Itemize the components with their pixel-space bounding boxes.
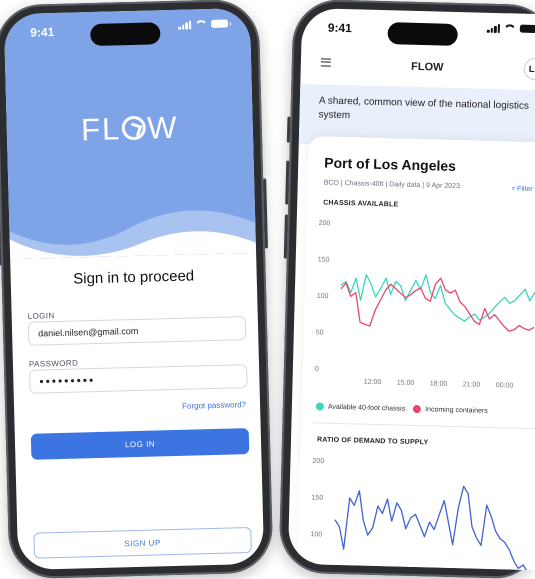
status-time: 9:41 bbox=[30, 25, 55, 40]
filter-icon: ▿ bbox=[511, 185, 516, 193]
mute-switch bbox=[286, 116, 291, 143]
dynamic-island bbox=[387, 22, 458, 46]
signup-button[interactable]: SIGN UP bbox=[33, 527, 252, 559]
logo-ring-icon bbox=[121, 115, 147, 141]
y-tick-label: 150 bbox=[318, 256, 330, 263]
x-tick-label: 15:00 bbox=[397, 380, 415, 387]
login-button[interactable]: LOG IN bbox=[30, 428, 250, 460]
app-title: FLOW bbox=[410, 60, 444, 74]
app-top-bar: FLOW LA bbox=[300, 44, 535, 87]
phone-login: FL W 9:41 Sign in to proceed LOGIN daniel… bbox=[0, 0, 274, 579]
y-tick-label: 200 bbox=[319, 220, 331, 227]
series-line-0 bbox=[334, 485, 529, 571]
login-email-input[interactable]: daniel.nilsen@gmail.com bbox=[27, 316, 247, 346]
flow-logo: FL W bbox=[80, 109, 179, 148]
power-button bbox=[263, 178, 268, 249]
y-tick-label: 150 bbox=[311, 494, 323, 501]
legend-swatch-chassis bbox=[315, 402, 324, 411]
series-line-1 bbox=[340, 277, 535, 332]
y-tick-label: 100 bbox=[317, 293, 329, 300]
status-time: 9:41 bbox=[327, 20, 353, 36]
x-tick-label: 12:00 bbox=[364, 379, 382, 386]
forgot-password-link[interactable]: Forgot password? bbox=[182, 400, 246, 411]
volume-up-button bbox=[285, 160, 290, 205]
volume-down-button bbox=[0, 221, 2, 266]
password-label: PASSWORD bbox=[28, 358, 79, 369]
series-line-0 bbox=[340, 274, 535, 322]
user-avatar[interactable]: LA bbox=[523, 57, 535, 81]
login-label: LOGIN bbox=[27, 311, 55, 321]
signin-title: Sign in to proceed bbox=[73, 267, 195, 288]
y-tick-label: 50 bbox=[316, 329, 324, 336]
y-tick-label: 200 bbox=[312, 458, 324, 465]
x-tick-label: 18:00 bbox=[430, 380, 448, 387]
port-title: Port of Los Angeles bbox=[324, 154, 457, 174]
legend-label-chassis: Available 40-foot chassis bbox=[327, 403, 406, 413]
filter-button[interactable]: ▿ Filter bbox=[512, 184, 533, 193]
password-input[interactable]: ••••••••• bbox=[29, 364, 248, 394]
dashboard-screen: 9:41 FLOW LA A shared, common view of th… bbox=[287, 7, 535, 571]
phone-dashboard: 9:41 FLOW LA A shared, common view of th… bbox=[278, 0, 535, 579]
dynamic-island bbox=[90, 22, 161, 47]
login-screen: FL W 9:41 Sign in to proceed LOGIN daniel… bbox=[3, 7, 265, 571]
cellular-signal-icon bbox=[486, 23, 500, 34]
legend-swatch-containers bbox=[413, 404, 422, 414]
battery-icon bbox=[519, 24, 535, 34]
wifi-icon bbox=[195, 19, 207, 28]
y-tick-label: 100 bbox=[310, 531, 322, 538]
volume-down-button bbox=[283, 214, 288, 259]
y-tick-label: 50 bbox=[309, 568, 317, 571]
y-tick-label: 0 bbox=[315, 366, 319, 373]
battery-icon bbox=[210, 19, 229, 28]
hero-wave bbox=[9, 210, 257, 260]
ratio-chart: 50 100 150 200 bbox=[309, 458, 529, 571]
cellular-signal-icon bbox=[178, 19, 192, 30]
x-tick-label: 00:00 bbox=[496, 382, 514, 389]
legend-label-containers: Incoming containers bbox=[425, 405, 488, 415]
chassis-chart: 0 50 100 150 200 12:00 15:00 18:00 21:00 00:00 bbox=[315, 220, 535, 390]
wifi-icon bbox=[504, 24, 516, 33]
x-tick-label: 21:00 bbox=[463, 381, 481, 388]
